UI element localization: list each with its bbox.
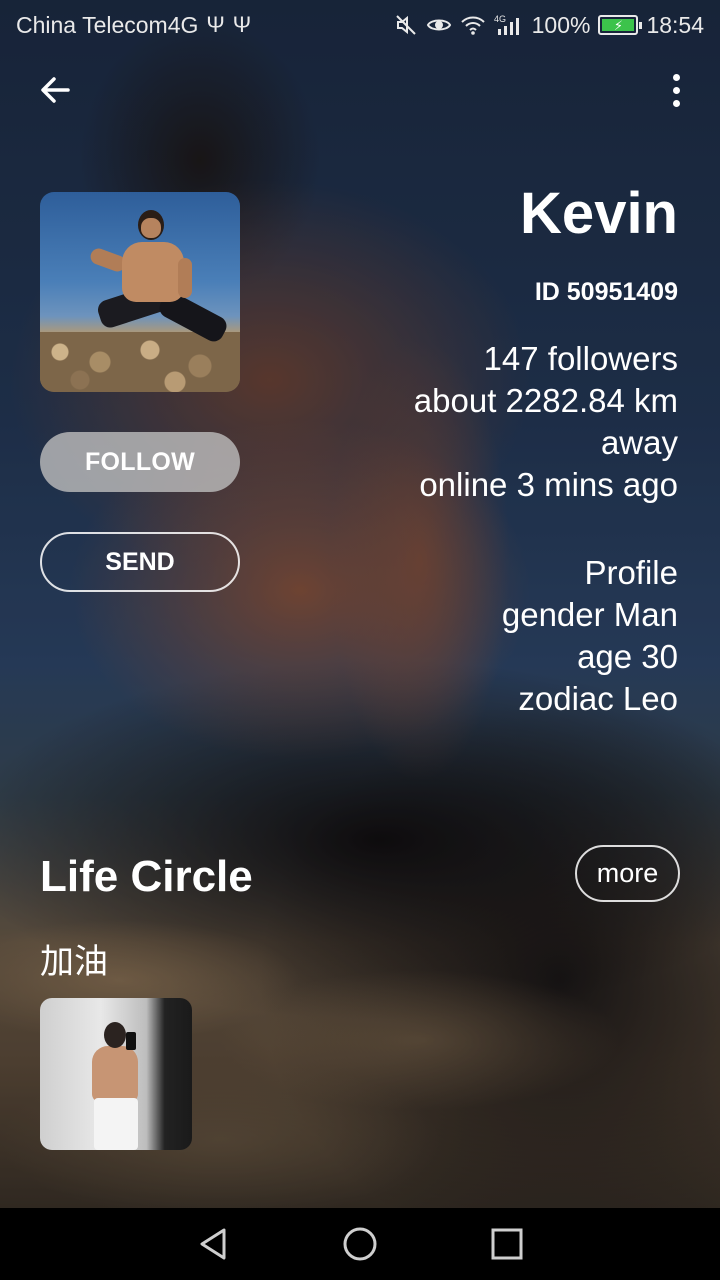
distance-line-2: away xyxy=(600,424,678,461)
more-button[interactable]: more xyxy=(575,845,680,902)
back-triangle-icon xyxy=(200,1228,226,1260)
overflow-menu-button[interactable] xyxy=(656,68,696,112)
zodiac-value: zodiac Leo xyxy=(518,680,678,717)
system-nav-bar xyxy=(0,1208,720,1280)
profile-section-label: Profile xyxy=(584,554,678,591)
wifi-icon xyxy=(460,16,485,35)
distance-line-1: about 2282.84 km xyxy=(413,382,678,419)
profile-id: ID 50951409 xyxy=(534,278,678,306)
usb-icon: Ψ xyxy=(232,12,252,37)
carrier-label: China Telecom4G xyxy=(16,11,199,38)
send-button[interactable]: SEND xyxy=(40,532,240,592)
home-circle-icon xyxy=(343,1227,377,1261)
clock: 18:54 xyxy=(646,11,704,38)
status-bar: China Telecom4G Ψ Ψ 4G 100% ⚡ 18:54 xyxy=(0,0,720,50)
battery-percent: 100% xyxy=(531,11,591,38)
nav-home-button[interactable] xyxy=(340,1224,380,1264)
back-arrow-icon xyxy=(41,77,70,103)
nav-recents-button[interactable] xyxy=(487,1224,527,1264)
follow-button[interactable]: FOLLOW xyxy=(40,432,240,492)
online-status: online 3 mins ago xyxy=(419,466,678,503)
profile-stats: 147 followers about 2282.84 km away onli… xyxy=(358,338,678,506)
usb-icon: Ψ xyxy=(206,12,225,37)
back-button[interactable] xyxy=(34,68,78,112)
mute-icon xyxy=(395,15,416,35)
eye-icon xyxy=(426,19,451,31)
age-value: age 30 xyxy=(577,638,678,675)
signal-4g-icon: 4G xyxy=(494,14,519,35)
recents-square-icon xyxy=(491,1228,523,1260)
gender-value: gender Man xyxy=(501,596,678,633)
followers-count: 147 followers xyxy=(483,340,678,377)
profile-avatar[interactable] xyxy=(40,192,240,392)
profile-name: Kevin xyxy=(520,181,678,246)
battery-icon: ⚡ xyxy=(598,15,643,35)
nav-back-button[interactable] xyxy=(193,1224,233,1264)
svg-text:4G: 4G xyxy=(494,14,506,24)
post-text[interactable]: 加油 xyxy=(40,934,108,983)
more-vert-icon xyxy=(672,73,680,81)
post-photo-thumbnail[interactable] xyxy=(40,998,192,1150)
profile-details: Profile gender Man age 30 zodiac Leo xyxy=(378,552,678,720)
life-circle-title: Life Circle xyxy=(40,852,253,901)
